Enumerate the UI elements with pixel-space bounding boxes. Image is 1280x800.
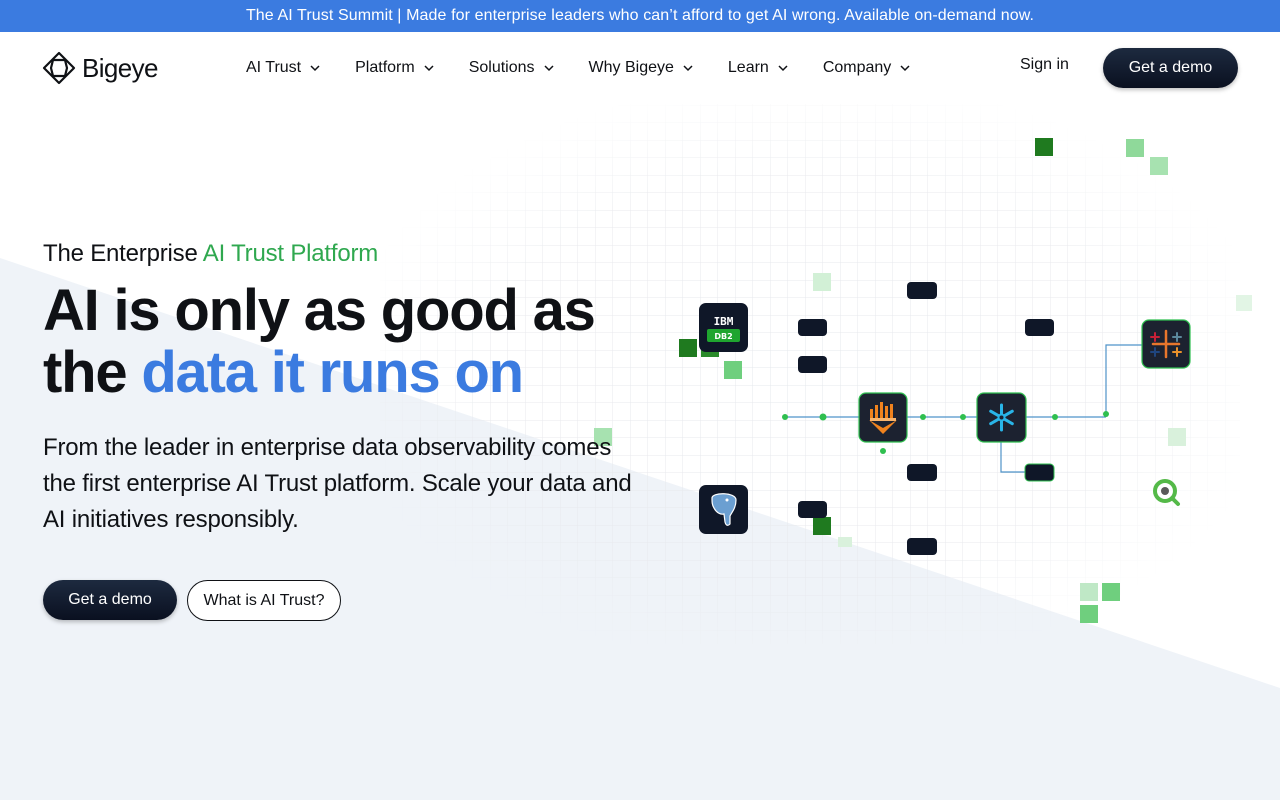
chevron-down-icon <box>900 65 910 72</box>
hero-eyebrow: The Enterprise AI Trust Platform <box>43 240 633 268</box>
headline-line-1: AI is only as good as <box>43 278 596 343</box>
sign-in-link[interactable]: Sign in <box>1020 56 1069 74</box>
postgresql-icon <box>699 485 748 534</box>
headline-line-2-prefix: the <box>43 340 142 405</box>
chevron-down-icon <box>778 65 788 72</box>
nav-label: Solutions <box>468 59 535 76</box>
nav-label: AI Trust <box>246 59 302 76</box>
ibm-db2-icon: IBM DB2 <box>699 303 748 352</box>
eyebrow-prefix: The Enterprise <box>43 240 203 267</box>
main-menu: AI Trust Platform Solutions Why Bigeye L… <box>246 32 945 104</box>
chevron-down-icon <box>683 65 693 72</box>
nav-company[interactable]: Company <box>823 59 911 77</box>
chevron-down-icon <box>310 65 320 72</box>
hero-section: The Enterprise AI Trust Platform AI is o… <box>43 240 633 538</box>
hero-headline: AI is only as good as the data it runs o… <box>43 280 633 404</box>
nav-platform[interactable]: Platform <box>355 59 435 77</box>
nav-get-demo-button[interactable]: Get a demo <box>1103 48 1238 88</box>
nav-why-bigeye[interactable]: Why Bigeye <box>589 59 694 77</box>
eyebrow-accent: AI Trust Platform <box>202 240 379 267</box>
headline-accent: data it runs on <box>141 340 524 405</box>
nav-learn[interactable]: Learn <box>728 59 789 77</box>
logo-text: Bigeye <box>82 52 159 83</box>
nav-solutions[interactable]: Solutions <box>469 59 555 77</box>
db2-ibm-label: IBM <box>714 315 734 328</box>
tableau-icon <box>1141 319 1191 369</box>
snowflake-icon <box>976 392 1027 443</box>
what-is-ai-trust-button[interactable]: What is AI Trust? <box>187 580 341 621</box>
hero-subtext: From the leader in enterprise data obser… <box>43 434 632 533</box>
databricks-icon <box>858 392 908 443</box>
chevron-down-icon <box>424 65 434 72</box>
hero-cta-row: Get a demo What is AI Trust? <box>43 580 341 621</box>
hero-get-demo-button[interactable]: Get a demo <box>43 580 177 620</box>
nav-label: Learn <box>727 59 769 76</box>
chevron-down-icon <box>544 65 554 72</box>
nav-label: Why Bigeye <box>588 59 674 76</box>
db2-label: DB2 <box>714 332 732 341</box>
logo[interactable]: Bigeye <box>42 50 159 86</box>
top-navigation: Bigeye AI Trust Platform Solutions Why B… <box>0 32 1280 104</box>
nav-ai-trust[interactable]: AI Trust <box>246 59 321 77</box>
nav-label: Platform <box>355 59 415 76</box>
bigeye-logo-icon <box>42 51 76 85</box>
nav-label: Company <box>822 59 892 76</box>
